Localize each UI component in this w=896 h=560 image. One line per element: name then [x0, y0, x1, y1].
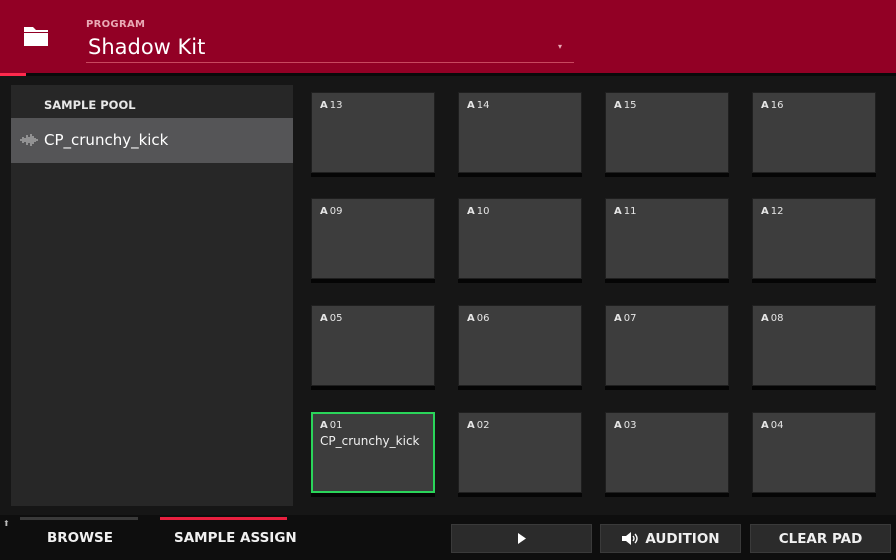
- pad-label: A 16: [761, 100, 783, 111]
- pad-bank: A: [614, 206, 622, 217]
- pad-label: A 12: [761, 206, 783, 217]
- pad-number: 07: [623, 313, 637, 324]
- pad-label: A 13: [320, 100, 342, 111]
- pad-number: 09: [329, 206, 343, 217]
- pad-label: A 02: [467, 420, 489, 431]
- pad-a04[interactable]: A 04: [752, 412, 876, 493]
- pad-a01[interactable]: A 01 CP_crunchy_kick: [311, 412, 435, 493]
- pad-label: A 11: [614, 206, 636, 217]
- pad-a12[interactable]: A 12: [752, 198, 876, 279]
- play-button[interactable]: [451, 524, 592, 553]
- sample-assign-tab-indicator: [160, 517, 287, 520]
- pad-number: 02: [476, 420, 490, 431]
- pad-number: 15: [623, 100, 637, 111]
- pad-a14[interactable]: A 14: [458, 92, 582, 173]
- play-icon: [517, 533, 526, 544]
- header-divider: [0, 73, 896, 76]
- header-accent: [0, 73, 26, 76]
- pad-label: A 06: [467, 313, 489, 324]
- audition-button[interactable]: AUDITION: [600, 524, 741, 553]
- audition-label: AUDITION: [645, 530, 720, 547]
- program-dropdown-icon[interactable]: ▾: [558, 42, 562, 51]
- pad-a05[interactable]: A 05: [311, 305, 435, 386]
- pad-a15[interactable]: A 15: [605, 92, 729, 173]
- sample-pool-item-label: CP_crunchy_kick: [44, 131, 169, 149]
- pad-bank: A: [467, 313, 475, 324]
- pad-a11[interactable]: A 11: [605, 198, 729, 279]
- pad-a02[interactable]: A 02: [458, 412, 582, 493]
- pad-bank: A: [761, 206, 769, 217]
- pad-number: 04: [770, 420, 784, 431]
- pad-number: 10: [476, 206, 490, 217]
- pad-a06[interactable]: A 06: [458, 305, 582, 386]
- pad-label: A 03: [614, 420, 636, 431]
- sample-pool-panel: SAMPLE POOL CP_crunchy_kick: [11, 85, 293, 506]
- folder-icon[interactable]: [22, 24, 50, 48]
- pad-sample-name: CP_crunchy_kick: [320, 434, 420, 448]
- pad-label: A 08: [761, 313, 783, 324]
- pad-number: 01: [329, 420, 343, 431]
- pad-bank: A: [467, 100, 475, 111]
- speaker-icon: [622, 532, 639, 545]
- browse-tab-indicator: [20, 517, 138, 520]
- pad-number: 14: [476, 100, 490, 111]
- waveform-icon: [20, 134, 38, 146]
- pad-bank: A: [761, 100, 769, 111]
- pad-bank: A: [467, 206, 475, 217]
- pad-bank: A: [320, 313, 328, 324]
- pad-a08[interactable]: A 08: [752, 305, 876, 386]
- pad-a13[interactable]: A 13: [311, 92, 435, 173]
- pad-number: 08: [770, 313, 784, 324]
- pad-a07[interactable]: A 07: [605, 305, 729, 386]
- pad-bank: A: [761, 313, 769, 324]
- program-name[interactable]: Shadow Kit: [88, 35, 205, 59]
- pad-number: 05: [329, 313, 343, 324]
- program-label: PROGRAM: [86, 19, 146, 30]
- pad-bank: A: [614, 420, 622, 431]
- pad-a09[interactable]: A 09: [311, 198, 435, 279]
- pad-label: A 04: [761, 420, 783, 431]
- shift-icon: ⬆: [3, 519, 10, 528]
- pad-bank: A: [320, 420, 328, 431]
- pad-label: A 10: [467, 206, 489, 217]
- pad-number: 13: [329, 100, 343, 111]
- pad-bank: A: [614, 313, 622, 324]
- tab-sample-assign[interactable]: SAMPLE ASSIGN: [174, 530, 297, 546]
- pad-number: 03: [623, 420, 637, 431]
- pad-a03[interactable]: A 03: [605, 412, 729, 493]
- sample-pool-item[interactable]: CP_crunchy_kick: [11, 118, 293, 163]
- pad-label: A 05: [320, 313, 342, 324]
- pad-bank: A: [467, 420, 475, 431]
- pad-a10[interactable]: A 10: [458, 198, 582, 279]
- sample-pool-title: SAMPLE POOL: [44, 98, 136, 112]
- pad-number: 12: [770, 206, 784, 217]
- pad-bank: A: [761, 420, 769, 431]
- pad-a16[interactable]: A 16: [752, 92, 876, 173]
- pad-label: A 09: [320, 206, 342, 217]
- pad-label: A 07: [614, 313, 636, 324]
- clear-pad-button[interactable]: CLEAR PAD: [750, 524, 891, 553]
- pad-number: 06: [476, 313, 490, 324]
- pad-bank: A: [320, 206, 328, 217]
- pad-label: A 14: [467, 100, 489, 111]
- pad-bank: A: [320, 100, 328, 111]
- pad-number: 11: [623, 206, 637, 217]
- pad-bank: A: [614, 100, 622, 111]
- tab-browse[interactable]: BROWSE: [47, 530, 113, 546]
- pad-label: A 01: [320, 420, 342, 431]
- program-underline: [86, 62, 574, 63]
- clear-pad-label: CLEAR PAD: [778, 530, 863, 547]
- pad-number: 16: [770, 100, 784, 111]
- pad-label: A 15: [614, 100, 636, 111]
